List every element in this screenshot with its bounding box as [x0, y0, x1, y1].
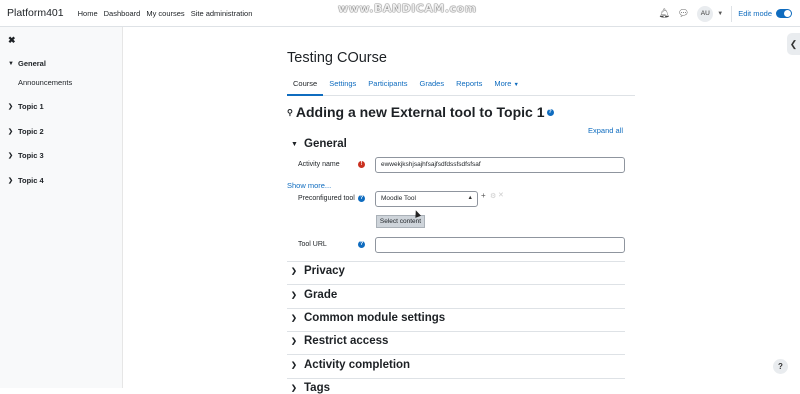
fieldset-divider: [287, 308, 625, 309]
fieldset-title: Grade: [304, 289, 337, 301]
fieldset-general-header[interactable]: ▼ General: [291, 138, 347, 150]
fieldset-grade-header[interactable]: ❯ Grade: [291, 289, 337, 301]
fieldset-restrict-access-header[interactable]: ❯ Restrict access: [291, 335, 388, 347]
preconfigured-tool-label: Preconfigured tool: [298, 195, 355, 202]
open-block-drawer-button[interactable]: ❮: [787, 33, 800, 55]
site-brand[interactable]: Platform401: [7, 7, 64, 19]
course-index-drawer: ✖ ▼ General Announcements ❯ Topic 1 ❯ To…: [0, 27, 123, 388]
sidebar-item-label: Topic 3: [18, 151, 44, 160]
fieldset-divider: [287, 354, 625, 355]
close-icon[interactable]: ✖: [8, 35, 16, 46]
chevron-down-icon[interactable]: ▼: [8, 61, 13, 67]
show-more-link[interactable]: Show more...: [287, 181, 331, 190]
help-icon[interactable]: ?: [547, 109, 554, 116]
fieldset-divider: [287, 261, 625, 262]
sidebar-item-label: Topic 1: [18, 102, 44, 111]
chevron-right-icon: ❯: [291, 337, 301, 345]
help-icon[interactable]: ?: [358, 241, 365, 248]
fieldset-privacy-header[interactable]: ❯ Privacy: [291, 265, 345, 277]
tab-participants[interactable]: Participants: [362, 76, 413, 96]
external-tool-icon: ⚲: [287, 108, 293, 117]
tab-more-label: More: [494, 79, 511, 88]
sidebar-item-general[interactable]: ▼ General: [8, 59, 46, 68]
fieldset-divider: [287, 378, 625, 379]
page-title: Adding a new External tool to Topic 1: [296, 104, 545, 120]
sidebar-item-topic-3[interactable]: ❯ Topic 3: [8, 151, 44, 160]
sidebar-item-topic-2[interactable]: ❯ Topic 2: [8, 127, 44, 136]
chevron-right-icon[interactable]: ❯: [8, 177, 13, 184]
sidebar-item-topic-4[interactable]: ❯ Topic 4: [8, 176, 44, 185]
page-heading: ⚲ Adding a new External tool to Topic 1 …: [287, 104, 554, 120]
fieldset-divider: [287, 331, 625, 332]
add-icon[interactable]: +: [481, 191, 486, 200]
fieldset-title: General: [304, 138, 347, 150]
nav-dashboard[interactable]: Dashboard: [104, 9, 141, 18]
tool-url-input[interactable]: [375, 237, 625, 253]
chevron-right-icon: ❯: [291, 314, 301, 322]
course-title: Testing COurse: [287, 50, 387, 66]
navbar-divider: [731, 6, 732, 22]
fieldset-title: Tags: [304, 382, 330, 394]
preconfigured-tool-value: Moodle Tool: [381, 195, 416, 202]
close-icon[interactable]: ✕: [498, 191, 504, 199]
fieldset-divider: [287, 284, 625, 285]
watermark: www.BANDICAM.com: [338, 2, 477, 15]
edit-mode-toggle[interactable]: [776, 9, 792, 18]
chevron-left-icon: ❮: [790, 39, 798, 50]
chevron-right-icon[interactable]: ❯: [8, 128, 13, 135]
activity-name-label: Activity name: [298, 161, 340, 168]
tab-reports[interactable]: Reports: [450, 76, 488, 96]
gear-icon[interactable]: ⚙: [490, 192, 496, 200]
chat-icon[interactable]: 💬︎: [678, 8, 689, 19]
sidebar-item-label: Topic 4: [18, 176, 44, 185]
preconfigured-tool-select[interactable]: Moodle Tool ▲: [375, 191, 478, 207]
chevron-right-icon: ❯: [291, 267, 301, 275]
chevron-down-icon: ▼: [514, 82, 519, 88]
fieldset-title: Common module settings: [304, 312, 445, 324]
activity-name-input[interactable]: ewwekjkshjsajhfsajfsdfdssfsdfsfsaf: [375, 157, 625, 173]
nav-home[interactable]: Home: [78, 9, 98, 18]
fieldset-common-module-settings-header[interactable]: ❯ Common module settings: [291, 312, 445, 324]
edit-mode-label: Edit mode: [738, 9, 772, 18]
chevron-right-icon: ❯: [291, 384, 301, 392]
question-icon: ?: [778, 362, 783, 371]
chevron-right-icon[interactable]: ❯: [8, 103, 13, 110]
tab-settings[interactable]: Settings: [323, 76, 362, 96]
navbar-right: 🔔︎ 💬︎ AU ▼ Edit mode: [658, 0, 792, 27]
fieldset-title: Restrict access: [304, 335, 388, 347]
fieldset-activity-completion-header[interactable]: ❯ Activity completion: [291, 359, 410, 371]
chevron-right-icon: ❯: [291, 361, 301, 369]
nav-my-courses[interactable]: My courses: [146, 9, 184, 18]
sidebar-item-topic-1[interactable]: ❯ Topic 1: [8, 102, 44, 111]
tool-url-label: Tool URL: [298, 241, 327, 248]
sidebar-item-label: General: [18, 59, 46, 68]
avatar[interactable]: AU: [697, 6, 713, 22]
chevron-down-icon: ▼: [291, 141, 301, 148]
fieldset-title: Privacy: [304, 265, 345, 277]
help-icon[interactable]: ?: [358, 195, 365, 202]
chevron-down-icon[interactable]: ▼: [717, 11, 723, 17]
required-icon: !: [358, 161, 365, 168]
sidebar-item-label: Topic 2: [18, 127, 44, 136]
course-tabs: Course Settings Participants Grades Repo…: [287, 76, 635, 96]
select-arrow-icon: ▲: [468, 195, 473, 201]
chevron-right-icon[interactable]: ❯: [8, 152, 13, 159]
tab-more[interactable]: More ▼: [488, 76, 525, 96]
chevron-right-icon: ❯: [291, 291, 301, 299]
nav-site-administration[interactable]: Site administration: [191, 9, 253, 18]
help-button[interactable]: ?: [773, 359, 788, 374]
fieldset-tags-header[interactable]: ❯ Tags: [291, 382, 330, 394]
bell-icon[interactable]: 🔔︎: [658, 8, 669, 19]
tab-course[interactable]: Course: [287, 76, 323, 96]
tab-grades[interactable]: Grades: [413, 76, 450, 96]
fieldset-title: Activity completion: [304, 359, 410, 371]
sidebar-item-announcements[interactable]: Announcements: [18, 78, 72, 87]
expand-all-link[interactable]: Expand all: [588, 126, 623, 135]
